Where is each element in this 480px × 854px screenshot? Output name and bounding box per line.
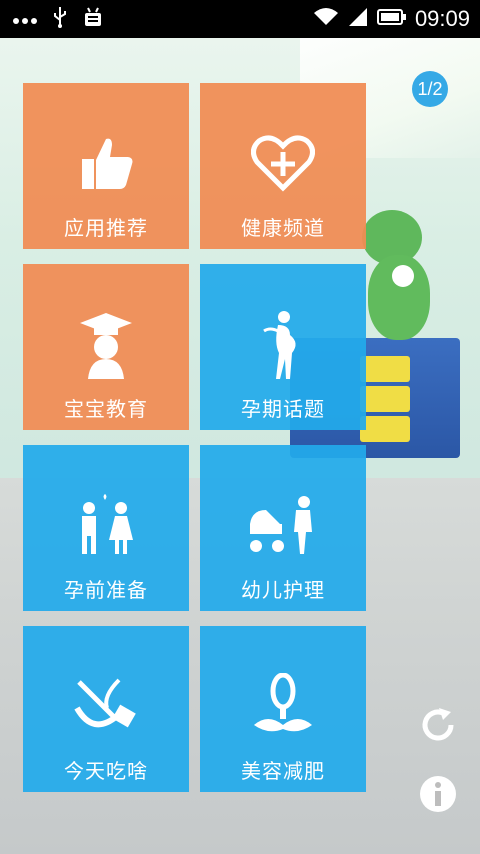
clock: 09:09 xyxy=(414,6,470,31)
pregnant-woman-icon xyxy=(200,294,366,394)
tile-label: 美容减肥 xyxy=(241,759,325,783)
tile-label: 健康频道 xyxy=(241,216,325,240)
tile-label: 今天吃啥 xyxy=(64,759,148,783)
tile-baby-education[interactable]: 宝宝教育 xyxy=(23,264,189,430)
tile-health-channel[interactable]: 健康频道 xyxy=(200,83,366,249)
cooking-pot-icon xyxy=(23,656,189,756)
wifi-icon xyxy=(313,7,339,31)
page-indicator: 1/2 xyxy=(412,71,448,107)
info-icon xyxy=(419,775,457,817)
yoga-icon xyxy=(200,656,366,756)
signal-icon xyxy=(347,7,369,31)
couple-icon xyxy=(23,475,189,575)
graduate-baby-icon xyxy=(23,294,189,394)
stroller-icon xyxy=(200,475,366,575)
tile-label: 幼儿护理 xyxy=(241,578,325,602)
thumbs-up-icon xyxy=(23,113,189,213)
tile-label: 应用推荐 xyxy=(64,216,148,240)
tile-beauty-slimming[interactable]: 美容减肥 xyxy=(200,626,366,792)
refresh-button[interactable] xyxy=(418,707,458,747)
tile-pre-pregnancy[interactable]: 孕前准备 xyxy=(23,445,189,611)
info-button[interactable] xyxy=(418,776,458,816)
status-bar: 09:09 xyxy=(0,0,480,38)
battery-icon xyxy=(376,8,407,30)
tile-app-recommend[interactable]: 应用推荐 xyxy=(23,83,189,249)
tile-label: 孕期话题 xyxy=(241,397,325,421)
heart-plus-icon xyxy=(200,113,366,213)
usb-icon xyxy=(52,6,68,32)
android-debug-icon xyxy=(82,6,104,32)
tile-label: 宝宝教育 xyxy=(64,397,148,421)
more-dots-icon xyxy=(12,10,38,29)
refresh-icon xyxy=(419,706,457,748)
tile-label: 孕前准备 xyxy=(64,578,148,602)
tile-childcare[interactable]: 幼儿护理 xyxy=(200,445,366,611)
tile-what-to-eat[interactable]: 今天吃啥 xyxy=(23,626,189,792)
tile-pregnancy-topics[interactable]: 孕期话题 xyxy=(200,264,366,430)
